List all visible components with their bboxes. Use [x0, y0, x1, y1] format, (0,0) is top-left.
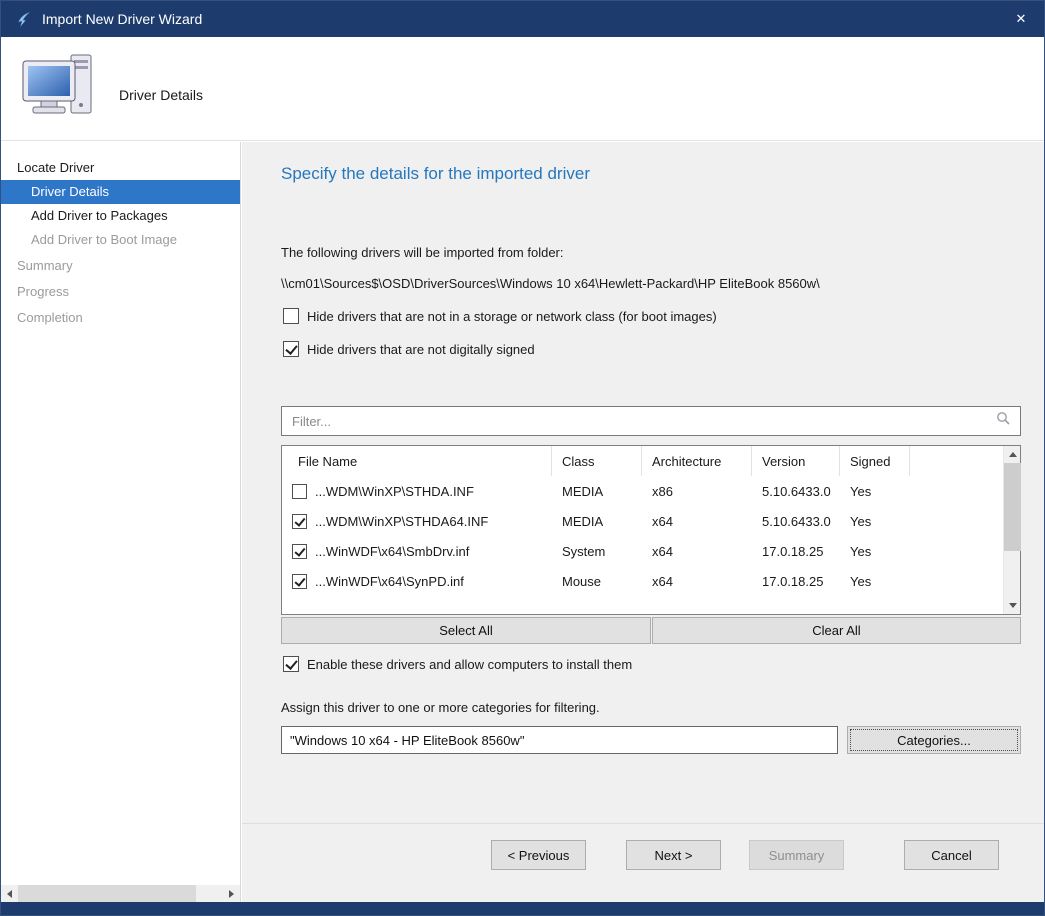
- sidebar-item-driver-details[interactable]: Driver Details: [1, 180, 240, 204]
- scroll-right-arrow-icon[interactable]: [223, 885, 240, 902]
- row-checkbox[interactable]: [292, 544, 307, 559]
- sidebar-item-add-driver-to-packages[interactable]: Add Driver to Packages: [1, 204, 240, 228]
- sidebar-item-add-driver-to-boot-image: Add Driver to Boot Image: [1, 228, 240, 252]
- sidebar-horizontal-scrollbar[interactable]: [1, 885, 240, 902]
- table-row[interactable]: ...WinWDF\x64\SmbDrv.inf System x64 17.0…: [282, 536, 1003, 566]
- summary-button: Summary: [749, 840, 844, 870]
- signed-cell: Yes: [840, 476, 910, 506]
- file-name-cell: ...WinWDF\x64\SynPD.inf: [315, 574, 464, 589]
- hide-unsigned-checkbox[interactable]: [283, 341, 299, 357]
- enable-drivers-label: Enable these drivers and allow computers…: [307, 657, 632, 672]
- file-name-cell: ...WinWDF\x64\SmbDrv.inf: [315, 544, 469, 559]
- filter-input[interactable]: [282, 407, 996, 435]
- bottom-accent-strip: [1, 902, 1044, 915]
- vertical-scrollbar-thumb[interactable]: [1004, 463, 1021, 551]
- hide-storage-checkbox-row[interactable]: Hide drivers that are not in a storage o…: [283, 308, 717, 324]
- column-header-signed[interactable]: Signed: [840, 446, 910, 476]
- sidebar-item-progress: Progress: [1, 280, 240, 304]
- column-header-file-name[interactable]: File Name: [282, 446, 552, 476]
- hide-storage-label: Hide drivers that are not in a storage o…: [307, 309, 717, 324]
- folder-path-text: \\cm01\Sources$\OSD\DriverSources\Window…: [281, 276, 820, 291]
- wizard-content: Specify the details for the imported dri…: [242, 142, 1044, 902]
- column-header-version[interactable]: Version: [752, 446, 840, 476]
- cancel-button[interactable]: Cancel: [904, 840, 999, 870]
- version-cell: 5.10.6433.0: [752, 476, 840, 506]
- horizontal-scrollbar-thumb[interactable]: [18, 885, 196, 902]
- scroll-down-arrow-icon[interactable]: [1004, 597, 1021, 614]
- wizard-steps-sidebar: Locate Driver Driver Details Add Driver …: [1, 142, 241, 902]
- hide-storage-checkbox[interactable]: [283, 308, 299, 324]
- table-row[interactable]: ...WDM\WinXP\STHDA64.INF MEDIA x64 5.10.…: [282, 506, 1003, 536]
- signed-cell: Yes: [840, 536, 910, 566]
- hide-unsigned-checkbox-row[interactable]: Hide drivers that are not digitally sign…: [283, 341, 535, 357]
- column-header-class[interactable]: Class: [552, 446, 642, 476]
- header-title: Driver Details: [119, 87, 203, 103]
- folder-intro-text: The following drivers will be imported f…: [281, 245, 564, 260]
- sidebar-item-completion: Completion: [1, 306, 240, 330]
- wizard-icon: [15, 11, 32, 28]
- file-name-cell: ...WDM\WinXP\STHDA64.INF: [315, 514, 488, 529]
- version-cell: 5.10.6433.0: [752, 506, 840, 536]
- class-cell: Mouse: [552, 566, 642, 596]
- row-checkbox[interactable]: [292, 574, 307, 589]
- next-button[interactable]: Next >: [626, 840, 721, 870]
- row-checkbox[interactable]: [292, 484, 307, 499]
- table-vertical-scrollbar[interactable]: [1003, 446, 1020, 614]
- row-checkbox[interactable]: [292, 514, 307, 529]
- sidebar-item-summary: Summary: [1, 254, 240, 278]
- architecture-cell: x64: [642, 506, 752, 536]
- enable-drivers-checkbox-row[interactable]: Enable these drivers and allow computers…: [283, 656, 632, 672]
- footer-divider: [242, 823, 1044, 824]
- table-row[interactable]: ...WinWDF\x64\SynPD.inf Mouse x64 17.0.1…: [282, 566, 1003, 596]
- class-cell: MEDIA: [552, 506, 642, 536]
- file-name-cell: ...WDM\WinXP\STHDA.INF: [315, 484, 474, 499]
- titlebar: Import New Driver Wizard ✕: [1, 1, 1044, 37]
- import-new-driver-wizard-window: Import New Driver Wizard ✕ Driver: [0, 0, 1045, 916]
- table-row[interactable]: ...WDM\WinXP\STHDA.INF MEDIA x86 5.10.64…: [282, 476, 1003, 506]
- wizard-header: Driver Details: [1, 37, 1044, 141]
- version-cell: 17.0.18.25: [752, 566, 840, 596]
- hide-unsigned-label: Hide drivers that are not digitally sign…: [307, 342, 535, 357]
- close-button[interactable]: ✕: [998, 1, 1044, 37]
- architecture-cell: x86: [642, 476, 752, 506]
- class-cell: MEDIA: [552, 476, 642, 506]
- scroll-up-arrow-icon[interactable]: [1004, 446, 1021, 463]
- column-header-architecture[interactable]: Architecture: [642, 446, 752, 476]
- filter-box: [281, 406, 1021, 436]
- drivers-table: File Name Class Architecture Version Sig…: [281, 445, 1021, 615]
- clear-all-button[interactable]: Clear All: [652, 617, 1021, 644]
- previous-button[interactable]: < Previous: [491, 840, 586, 870]
- architecture-cell: x64: [642, 566, 752, 596]
- class-cell: System: [552, 536, 642, 566]
- scroll-left-arrow-icon[interactable]: [1, 885, 18, 902]
- signed-cell: Yes: [840, 506, 910, 536]
- select-all-button[interactable]: Select All: [281, 617, 651, 644]
- enable-drivers-checkbox[interactable]: [283, 656, 299, 672]
- category-field[interactable]: [281, 726, 838, 754]
- page-title: Specify the details for the imported dri…: [281, 164, 590, 184]
- architecture-cell: x64: [642, 536, 752, 566]
- window-title: Import New Driver Wizard: [42, 11, 202, 27]
- table-header: File Name Class Architecture Version Sig…: [282, 446, 1003, 476]
- signed-cell: Yes: [840, 566, 910, 596]
- categories-button[interactable]: Categories...: [847, 726, 1021, 754]
- version-cell: 17.0.18.25: [752, 536, 840, 566]
- computer-icon: [19, 49, 99, 134]
- sidebar-item-locate-driver[interactable]: Locate Driver: [1, 156, 240, 180]
- assign-categories-text: Assign this driver to one or more catego…: [281, 700, 600, 715]
- search-icon: [996, 411, 1011, 431]
